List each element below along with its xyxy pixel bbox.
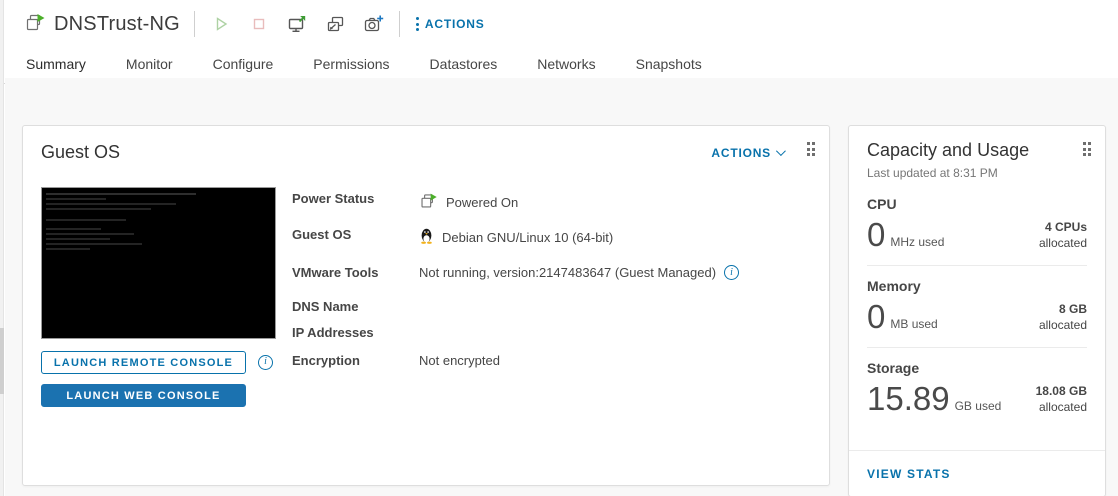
page-title: DNSTrust-NG xyxy=(54,13,180,36)
vm-toolbar xyxy=(209,12,385,36)
field-label: VMware Tools xyxy=(292,263,419,280)
section-name: Storage xyxy=(867,360,1087,376)
cpu-used-unit: MHz used xyxy=(890,235,944,249)
field-label: Power Status xyxy=(292,189,419,206)
vmware-tools-info-icon[interactable] xyxy=(724,265,739,280)
scrollbar-thumb[interactable] xyxy=(0,328,4,394)
capacity-usage-card: Capacity and Usage Last updated at 8:31 … xyxy=(848,125,1106,496)
vm-actions-menu[interactable]: ACTIONS xyxy=(416,17,485,31)
view-stats-link[interactable]: VIEW STATS xyxy=(867,467,951,481)
power-off-icon[interactable] xyxy=(247,12,271,36)
field-value-text: Not encrypted xyxy=(419,351,500,368)
capacity-section-memory: Memory 0 MB used 8 GB allocated xyxy=(867,266,1087,348)
cpu-allocated-value: 4 CPUs xyxy=(1045,220,1087,234)
divider xyxy=(399,11,400,37)
drag-handle-icon[interactable] xyxy=(807,142,816,156)
guest-os-card: Guest OS ACTIONS xyxy=(22,125,830,486)
linux-tux-icon xyxy=(419,227,434,247)
memory-used-value: 0 xyxy=(867,300,885,333)
cpu-used-value: 0 xyxy=(867,218,885,251)
content-area: Guest OS ACTIONS xyxy=(5,78,1118,496)
capacity-card-title: Capacity and Usage xyxy=(867,140,1029,161)
actions-label: ACTIONS xyxy=(425,17,485,31)
field-row-power-status: Power Status Powered On xyxy=(292,189,811,213)
capacity-section-storage: Storage 15.89 GB used 18.08 GB allocated xyxy=(867,348,1087,429)
last-updated-text: Last updated at 8:31 PM xyxy=(867,166,1087,180)
field-row-vmware-tools: VMware Tools Not running, version:214748… xyxy=(292,263,811,287)
guest-os-actions-label: ACTIONS xyxy=(711,146,771,160)
field-value-text: Powered On xyxy=(446,195,518,210)
remote-console-info-icon[interactable] xyxy=(258,355,273,370)
field-value-text: Debian GNU/Linux 10 (64-bit) xyxy=(442,230,613,245)
memory-used-unit: MB used xyxy=(890,317,937,331)
field-label: Encryption xyxy=(292,351,419,368)
field-label: DNS Name xyxy=(292,297,419,314)
field-value-text: Not running, version:2147483647 (Guest M… xyxy=(419,265,716,280)
capacity-section-cpu: CPU 0 MHz used 4 CPUs allocated xyxy=(867,184,1087,266)
take-snapshot-icon[interactable] xyxy=(361,12,385,36)
storage-allocated-value: 18.08 GB xyxy=(1036,384,1087,398)
divider xyxy=(194,11,195,37)
power-on-icon[interactable] xyxy=(209,12,233,36)
vm-powered-on-icon xyxy=(24,11,46,38)
field-label: IP Addresses xyxy=(292,323,419,340)
vm-header: DNSTrust-NG xyxy=(0,0,1118,48)
console-thumbnail[interactable] xyxy=(41,187,276,339)
field-row-encryption: Encryption Not encrypted xyxy=(292,351,811,375)
launch-console-icon[interactable] xyxy=(285,12,309,36)
section-name: Memory xyxy=(867,278,1087,294)
field-row-guest-os: Guest OS xyxy=(292,225,811,249)
allocated-label: allocated xyxy=(1039,318,1087,332)
chevron-down-icon xyxy=(776,146,786,156)
storage-used-unit: GB used xyxy=(955,399,1002,413)
memory-allocated-value: 8 GB xyxy=(1059,302,1087,316)
launch-remote-console-button[interactable]: LAUNCH REMOTE CONSOLE xyxy=(41,351,246,374)
field-label: Guest OS xyxy=(292,225,419,242)
drag-handle-icon[interactable] xyxy=(1083,142,1092,156)
guest-os-card-title: Guest OS xyxy=(41,142,120,163)
launch-web-console-button[interactable]: LAUNCH WEB CONSOLE xyxy=(41,384,246,407)
field-row-dns-name: DNS Name xyxy=(292,297,811,319)
allocated-label: allocated xyxy=(1039,400,1087,414)
allocated-label: allocated xyxy=(1039,236,1087,250)
kebab-icon xyxy=(416,17,419,31)
guest-os-actions-menu[interactable]: ACTIONS xyxy=(711,146,783,160)
section-name: CPU xyxy=(867,196,1087,212)
migrate-icon[interactable] xyxy=(323,12,347,36)
vm-powered-on-icon xyxy=(419,191,438,213)
field-row-ip-addresses: IP Addresses xyxy=(292,323,811,345)
left-edge-scrollbar[interactable] xyxy=(0,0,4,496)
storage-used-value: 15.89 xyxy=(867,382,950,415)
